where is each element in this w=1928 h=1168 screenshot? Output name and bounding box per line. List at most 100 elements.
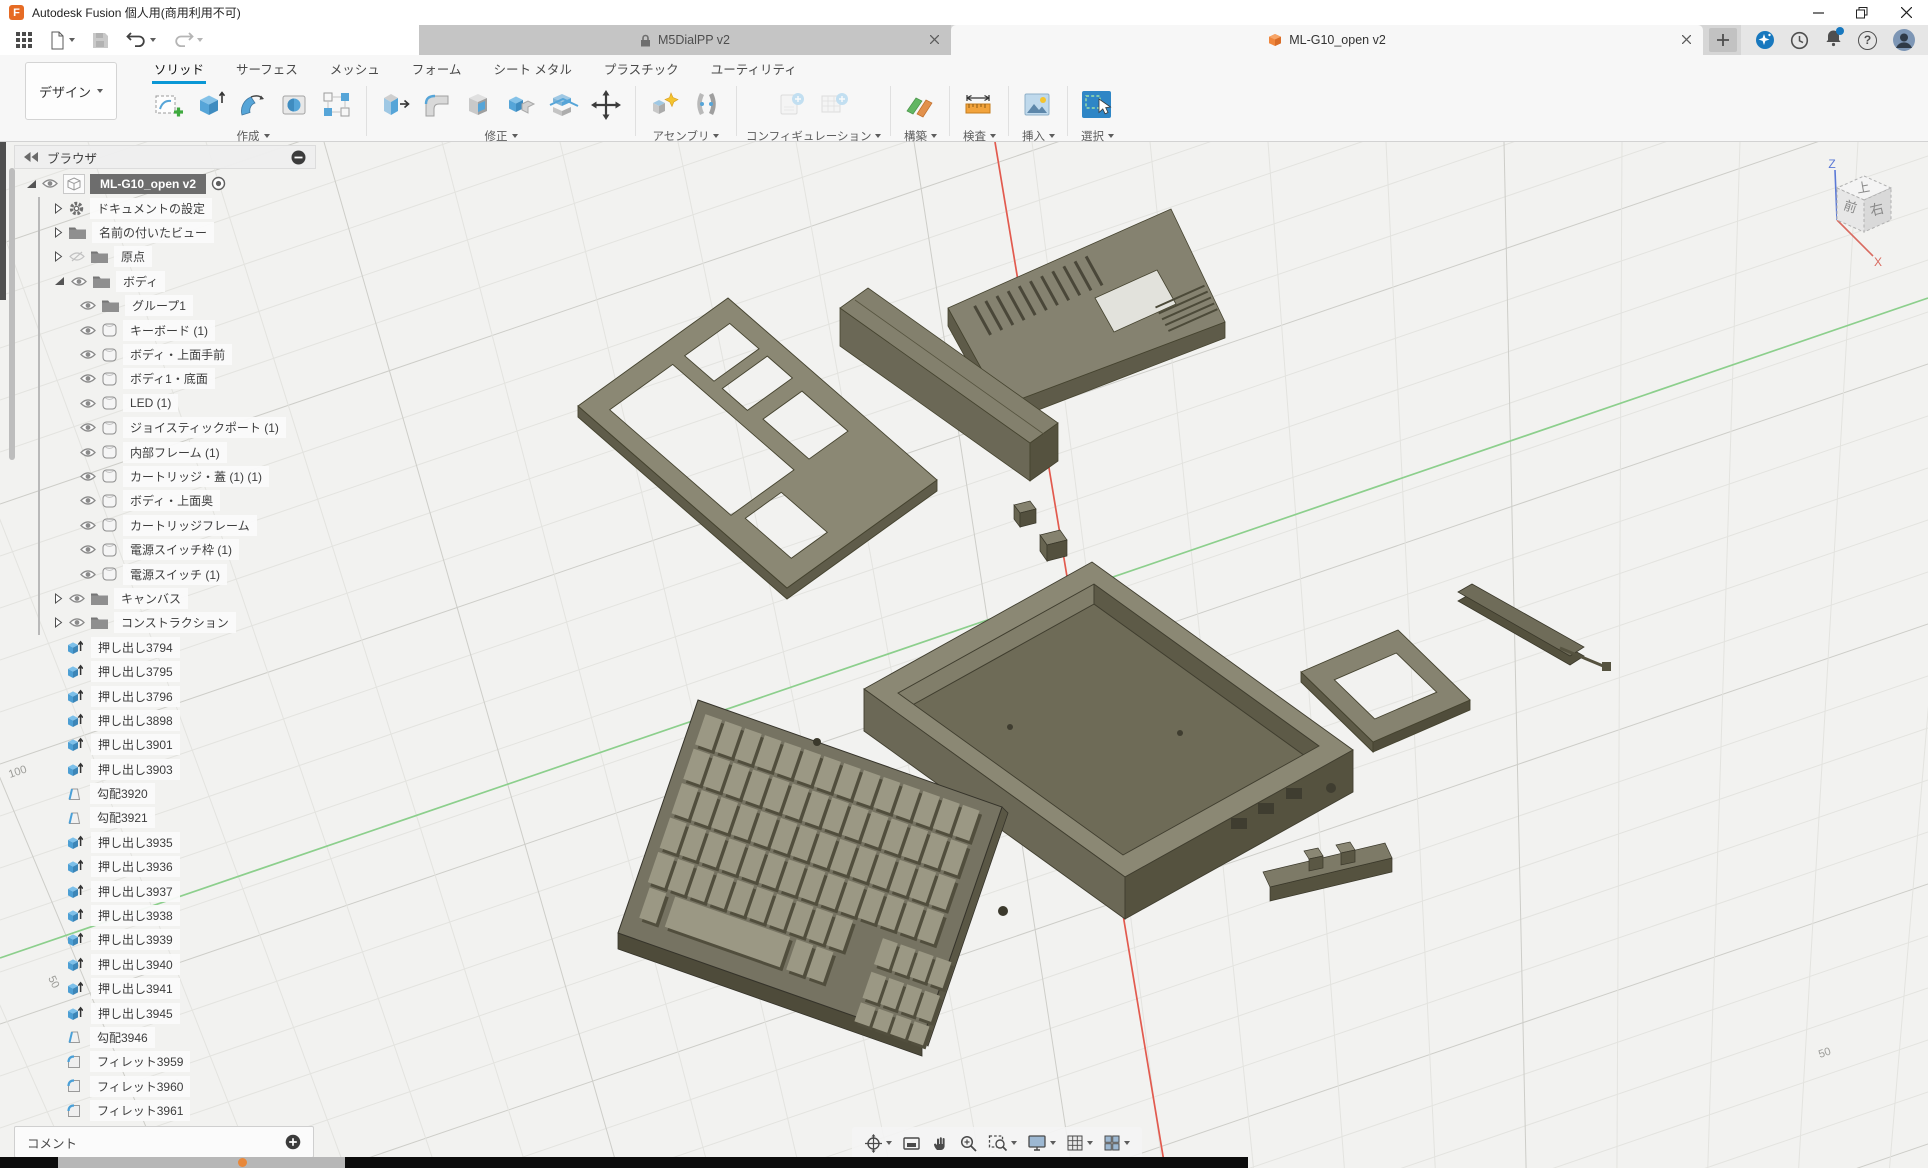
visibility-eye-icon[interactable] [80,325,96,336]
feature-item[interactable]: 押し出し3795 [66,659,316,683]
browser-panel-header[interactable]: ブラウザ [14,145,316,169]
close-tab-icon[interactable] [1682,33,1691,47]
feature-item-label[interactable]: 押し出し3945 [91,1003,180,1024]
configuration-icon[interactable] [773,82,813,128]
feature-item[interactable]: 押し出し3941 [66,977,316,1001]
feature-item-label[interactable]: 押し出し3938 [91,905,180,926]
feature-item[interactable]: 勾配3920 [66,781,316,805]
user-avatar[interactable] [1892,28,1916,52]
tree-item-label[interactable]: キーボード (1) [123,320,215,341]
tree-item-label[interactable]: ボディ [116,271,165,292]
fit-button[interactable] [986,1132,1019,1154]
browser-tree-item[interactable]: キーボード (1) [80,318,316,342]
feature-item[interactable]: 押し出し3936 [66,855,316,879]
expand-arrow-icon[interactable] [26,179,37,189]
feature-item[interactable]: 勾配3946 [66,1025,316,1049]
feature-item[interactable]: 押し出し3935 [66,830,316,854]
root-document-name[interactable]: ML-G10_open v2 [90,174,206,194]
browser-tree-item[interactable]: グループ1 [80,294,316,318]
joint-icon[interactable] [687,82,727,128]
group-label-select[interactable]: 選択 [1077,128,1117,144]
feature-item-label[interactable]: 押し出し3937 [91,881,180,902]
tree-item-label[interactable]: 電源スイッチ枠 (1) [123,539,239,560]
close-tab-icon[interactable] [930,33,939,47]
visibility-eye-icon[interactable] [71,276,87,287]
feature-item[interactable]: フィレット3960 [66,1074,316,1098]
press-pull-icon[interactable] [376,82,416,128]
browser-tree-item[interactable]: キャンバス [54,586,316,610]
expand-arrow-icon[interactable] [54,251,63,262]
feature-item[interactable]: 押し出し3898 [66,708,316,732]
tree-item-label[interactable]: ボディ1・底面 [123,368,215,389]
tree-item-label[interactable]: 名前の付いたビュー [92,222,214,243]
minimize-button[interactable] [1796,0,1840,25]
expand-arrow-icon[interactable] [54,593,63,604]
create-sketch-icon[interactable] [149,82,189,128]
feature-item-label[interactable]: 押し出し3794 [91,637,180,658]
feature-item-label[interactable]: 勾配3946 [90,1027,155,1048]
browser-tree-item[interactable]: ジョイスティックポート (1) [80,416,316,440]
visibility-eye-icon[interactable] [80,422,96,433]
redo-button[interactable] [173,32,203,49]
split-body-icon[interactable] [544,82,584,128]
extensions-icon[interactable] [1755,30,1775,50]
pattern-icon[interactable] [317,82,357,128]
expand-arrow-icon[interactable] [54,227,63,238]
expand-arrow-icon[interactable] [54,617,63,628]
ribbon-tab[interactable]: フォーム [410,56,464,84]
ribbon-tab[interactable]: シート メタル [491,56,573,84]
feature-item[interactable]: 押し出し3937 [66,879,316,903]
visibility-eye-icon[interactable] [80,300,96,311]
browser-tree-item[interactable]: ドキュメントの設定 [54,196,316,220]
visibility-eye-icon[interactable] [80,544,96,555]
ribbon-tab[interactable]: プラスチック [602,56,681,84]
configuration-table-icon[interactable] [815,82,855,128]
new-component-icon[interactable] [645,82,685,128]
feature-item[interactable]: 押し出し3945 [66,1001,316,1025]
browser-tree-item[interactable]: カートリッジ・蓋 (1) (1) [80,464,316,488]
history-clock-icon[interactable] [1790,31,1809,50]
tree-item-label[interactable]: 電源スイッチ (1) [123,564,227,585]
feature-item-label[interactable]: 押し出し3898 [91,710,180,731]
extrude-icon[interactable] [191,82,231,128]
expand-arrow-icon[interactable] [54,203,63,214]
group-label-construct[interactable]: 構築 [900,128,940,144]
combine-icon[interactable] [502,82,542,128]
ribbon-tab[interactable]: メッシュ [328,56,382,84]
feature-item[interactable]: 押し出し3796 [66,684,316,708]
group-label-modify[interactable]: 修正 [376,128,626,144]
tree-item-label[interactable]: ジョイスティックポート (1) [123,417,286,438]
tree-item-label[interactable]: ボディ・上面奥 [123,490,220,511]
feature-item-label[interactable]: 勾配3920 [90,783,155,804]
browser-tree-item[interactable]: 原点 [54,245,316,269]
pan-button[interactable] [929,1132,951,1154]
add-comment-icon[interactable] [285,1134,301,1150]
viewcube[interactable]: 上 前 右 Z X [1818,158,1913,278]
browser-tree-item[interactable]: ボディ・上面奥 [80,489,316,513]
browser-tree-item[interactable]: コンストラクション [54,611,316,635]
browser-tree-item[interactable]: ボディ・上面手前 [80,342,316,366]
browser-tree-item[interactable]: ボディ [54,269,316,293]
visibility-eye-icon[interactable] [69,617,85,628]
visibility-eye-icon[interactable] [80,447,96,458]
tree-item-label[interactable]: コンストラクション [114,612,236,633]
taskbar-app-icon[interactable] [238,1158,247,1167]
feature-item-label[interactable]: 押し出し3939 [91,929,180,950]
restore-button[interactable] [1840,0,1884,25]
feature-item-label[interactable]: 押し出し3903 [91,759,180,780]
feature-item[interactable]: 押し出し3903 [66,757,316,781]
move-icon[interactable] [586,82,626,128]
file-menu-button[interactable] [49,31,75,50]
visibility-eye-icon[interactable] [42,178,58,189]
group-label-create[interactable]: 作成 [149,128,357,144]
feature-item[interactable]: 勾配3921 [66,806,316,830]
feature-item[interactable]: フィレット3961 [66,1098,316,1122]
feature-item-label[interactable]: 押し出し3795 [91,661,180,682]
grid-settings-button[interactable] [1064,1132,1095,1154]
app-grid-icon[interactable] [16,32,32,48]
visibility-eye-icon[interactable] [80,495,96,506]
fillet-icon[interactable] [418,82,458,128]
browser-tree-item[interactable]: LED (1) [80,391,316,415]
display-settings-button[interactable] [1025,1132,1058,1154]
ribbon-tab[interactable]: ユーティリティ [709,56,799,84]
